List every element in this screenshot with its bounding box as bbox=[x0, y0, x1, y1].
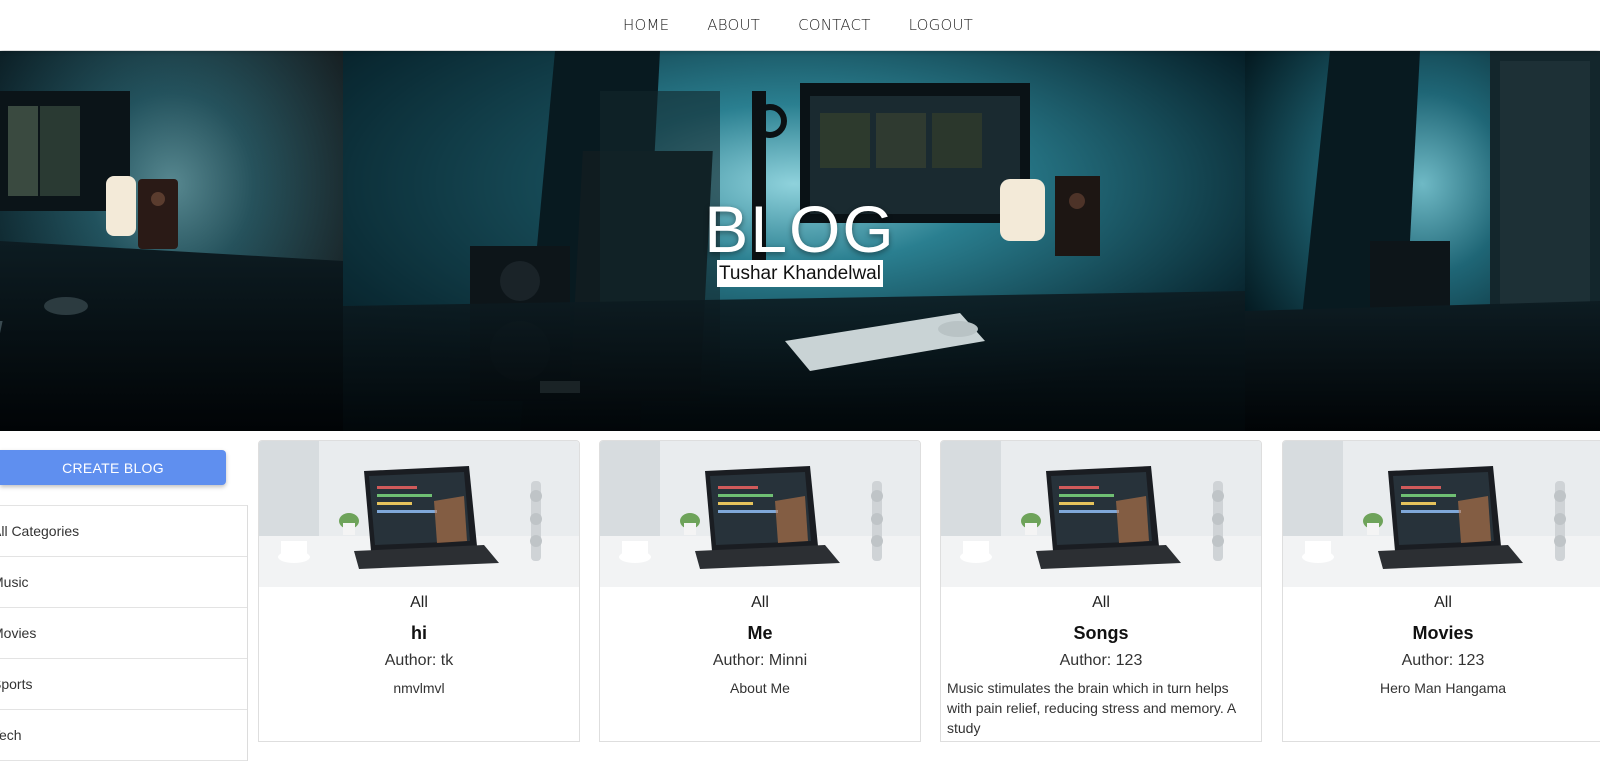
create-blog-button[interactable]: CREATE BLOG bbox=[0, 450, 226, 485]
post-category: All bbox=[410, 594, 428, 611]
post-thumbnail-image bbox=[259, 441, 579, 587]
category-label: Movies bbox=[0, 625, 37, 641]
hero-subtitle: Tushar Khandelwal bbox=[717, 260, 883, 287]
top-navbar: HOME ABOUT CONTACT LOGOUT bbox=[0, 0, 1600, 50]
post-author: Author: Minni bbox=[712, 652, 808, 669]
post-author: Author: 123 bbox=[1401, 652, 1485, 669]
nav-about-link[interactable]: ABOUT bbox=[688, 16, 779, 34]
post-category: All bbox=[1092, 594, 1110, 611]
category-item-all[interactable]: All Categories bbox=[0, 506, 247, 557]
post-author: Author: 123 bbox=[1059, 652, 1143, 669]
category-label: Music bbox=[0, 574, 29, 590]
post-title: Songs bbox=[1073, 623, 1129, 643]
post-title: Me bbox=[747, 623, 773, 643]
post-category: All bbox=[751, 594, 769, 611]
hero-title: BLOG bbox=[704, 192, 896, 266]
post-thumbnail-image bbox=[941, 441, 1261, 587]
post-card[interactable]: All hi Author: tk nmvlmvl bbox=[258, 440, 580, 742]
category-item-tech[interactable]: Tech bbox=[0, 710, 247, 761]
post-title: hi bbox=[411, 623, 427, 643]
nav-contact-link[interactable]: CONTACT bbox=[779, 16, 890, 34]
post-card[interactable]: All Movies Author: 123 Hero Man Hangama bbox=[1282, 440, 1600, 742]
post-card[interactable]: All Me Author: Minni About Me bbox=[599, 440, 921, 742]
post-thumbnail-image bbox=[600, 441, 920, 587]
post-description: Music stimulates the brain which in turn… bbox=[947, 680, 1236, 736]
post-author: Author: tk bbox=[384, 652, 454, 669]
post-category: All bbox=[1434, 594, 1452, 611]
hero-banner: BLOG Tushar Khandelwal bbox=[0, 51, 1600, 431]
post-card[interactable]: All Songs Author: 123 Music stimulates t… bbox=[940, 440, 1262, 742]
category-list: All Categories Music Movies Sports Tech bbox=[0, 505, 248, 761]
nav-links: HOME ABOUT CONTACT LOGOUT bbox=[604, 16, 992, 34]
post-description: About Me bbox=[730, 680, 790, 696]
category-item-sports[interactable]: Sports bbox=[0, 659, 247, 710]
post-thumbnail-image bbox=[1283, 441, 1600, 587]
category-item-music[interactable]: Music bbox=[0, 557, 247, 608]
post-description: Hero Man Hangama bbox=[1379, 680, 1507, 696]
post-description: nmvlmvl bbox=[393, 680, 445, 696]
nav-home-link[interactable]: HOME bbox=[604, 16, 688, 34]
hero-subtitle-wrapper: Tushar Khandelwal bbox=[0, 260, 1600, 287]
nav-logout-link[interactable]: LOGOUT bbox=[890, 16, 992, 34]
category-label: Tech bbox=[0, 727, 22, 743]
post-title: Movies bbox=[1412, 623, 1474, 643]
category-label: All Categories bbox=[0, 523, 80, 539]
category-item-movies[interactable]: Movies bbox=[0, 608, 247, 659]
category-label: Sports bbox=[0, 676, 33, 692]
